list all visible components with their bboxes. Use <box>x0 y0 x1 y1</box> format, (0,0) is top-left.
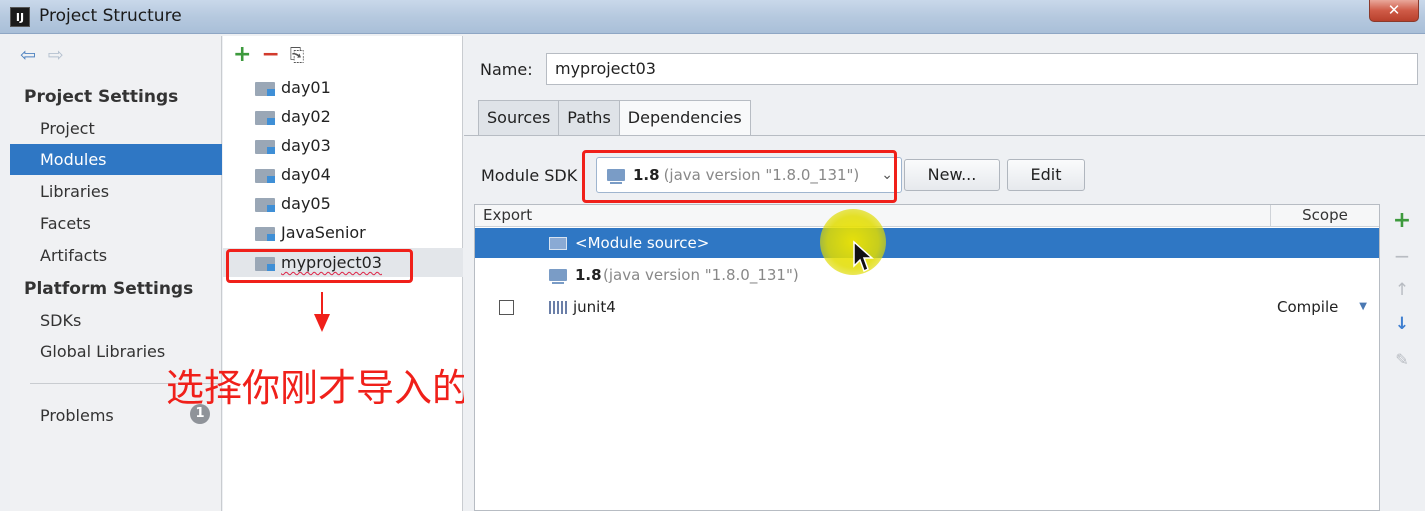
nav-item-project[interactable]: Project <box>10 113 222 144</box>
tab-sources[interactable]: Sources <box>478 100 559 136</box>
dependency-name: 1.8 <box>575 266 602 284</box>
chevron-down-icon[interactable]: ▼ <box>1359 292 1367 322</box>
table-row[interactable]: junit4 Compile ▼ <box>475 292 1379 322</box>
module-label: day03 <box>281 136 331 155</box>
modules-toolbar: + − ⎘ <box>233 42 304 67</box>
copy-module-button[interactable]: ⎘ <box>290 45 304 66</box>
nav-item-sdks[interactable]: SDKs <box>10 305 222 336</box>
module-folder-icon <box>255 140 275 154</box>
arrow-right-icon[interactable]: ⇨ <box>48 44 64 66</box>
module-label: JavaSenior <box>281 223 366 242</box>
dependency-name: junit4 <box>573 298 616 316</box>
remove-module-button[interactable]: − <box>261 42 279 67</box>
nav-item-modules[interactable]: Modules <box>10 144 222 175</box>
arrow-left-icon[interactable]: ⇦ <box>20 44 36 66</box>
edit-sdk-button[interactable]: Edit <box>1007 159 1085 191</box>
nav-history-arrows: ⇦ ⇨ <box>20 44 64 66</box>
annotation-arrow-shaft <box>321 292 323 316</box>
close-button[interactable]: ✕ <box>1369 0 1419 22</box>
module-item[interactable]: JavaSenior <box>223 218 463 247</box>
module-source-icon <box>549 237 567 250</box>
module-label: day02 <box>281 107 331 126</box>
nav-item-libraries[interactable]: Libraries <box>10 176 222 207</box>
intellij-app-icon: IJ <box>10 7 30 27</box>
dependencies-table: Export Scope <Module source> 1.8 (java v… <box>474 204 1380 511</box>
module-folder-icon <box>255 82 275 96</box>
name-label: Name: <box>480 60 533 79</box>
library-icon <box>549 301 569 314</box>
settings-nav: ⇦ ⇨ Project Settings Project Modules Libr… <box>10 36 222 511</box>
project-settings-heading: Project Settings <box>24 87 179 107</box>
module-folder-icon <box>255 111 275 125</box>
module-item[interactable]: day03 <box>223 131 463 160</box>
move-down-button[interactable]: ↓ <box>1390 314 1414 334</box>
module-folder-icon <box>255 198 275 212</box>
platform-settings-heading: Platform Settings <box>24 279 194 299</box>
tabs-divider <box>464 135 1425 136</box>
table-row[interactable]: 1.8 (java version "1.8.0_131") <box>475 260 1379 290</box>
module-label: day05 <box>281 194 331 213</box>
module-detail-panel: Name: myproject03 Sources Paths Dependen… <box>464 36 1425 511</box>
module-tabs: Sources Paths Dependencies <box>478 100 751 136</box>
scope-column-header[interactable]: Scope <box>1270 205 1379 227</box>
add-dependency-button[interactable]: + <box>1390 208 1414 233</box>
module-folder-icon <box>255 169 275 183</box>
table-row[interactable]: <Module source> <box>475 228 1379 258</box>
module-label: day01 <box>281 78 331 97</box>
dependency-name: <Module source> <box>575 234 710 252</box>
module-name-field[interactable]: myproject03 <box>546 53 1418 85</box>
module-sdk-label: Module SDK <box>481 166 578 185</box>
jdk-icon <box>549 269 567 284</box>
add-module-button[interactable]: + <box>233 42 251 67</box>
export-checkbox[interactable] <box>499 300 514 315</box>
module-item[interactable]: day02 <box>223 102 463 131</box>
window-title: Project Structure <box>39 6 182 26</box>
annotation-arrow-head <box>314 314 330 332</box>
move-up-button[interactable]: ↑ <box>1390 280 1414 300</box>
scope-value[interactable]: Compile <box>1277 292 1338 322</box>
dependency-detail: (java version "1.8.0_131") <box>603 266 799 284</box>
module-item[interactable]: day05 <box>223 189 463 218</box>
highlight-box-module <box>226 249 413 283</box>
new-sdk-button[interactable]: New... <box>904 159 1000 191</box>
highlight-box-sdk <box>582 150 897 203</box>
nav-item-facets[interactable]: Facets <box>10 208 222 239</box>
tab-paths[interactable]: Paths <box>558 100 619 136</box>
nav-item-artifacts[interactable]: Artifacts <box>10 240 222 271</box>
module-label: day04 <box>281 165 331 184</box>
module-item[interactable]: day01 <box>223 73 463 102</box>
edit-dependency-button[interactable]: ✎ <box>1390 350 1414 369</box>
module-item[interactable]: day04 <box>223 160 463 189</box>
mouse-cursor-icon <box>853 240 874 273</box>
module-folder-icon <box>255 227 275 241</box>
tab-dependencies[interactable]: Dependencies <box>618 100 751 136</box>
remove-dependency-button[interactable]: − <box>1390 244 1414 268</box>
title-bar: IJ Project Structure ✕ <box>0 0 1425 34</box>
